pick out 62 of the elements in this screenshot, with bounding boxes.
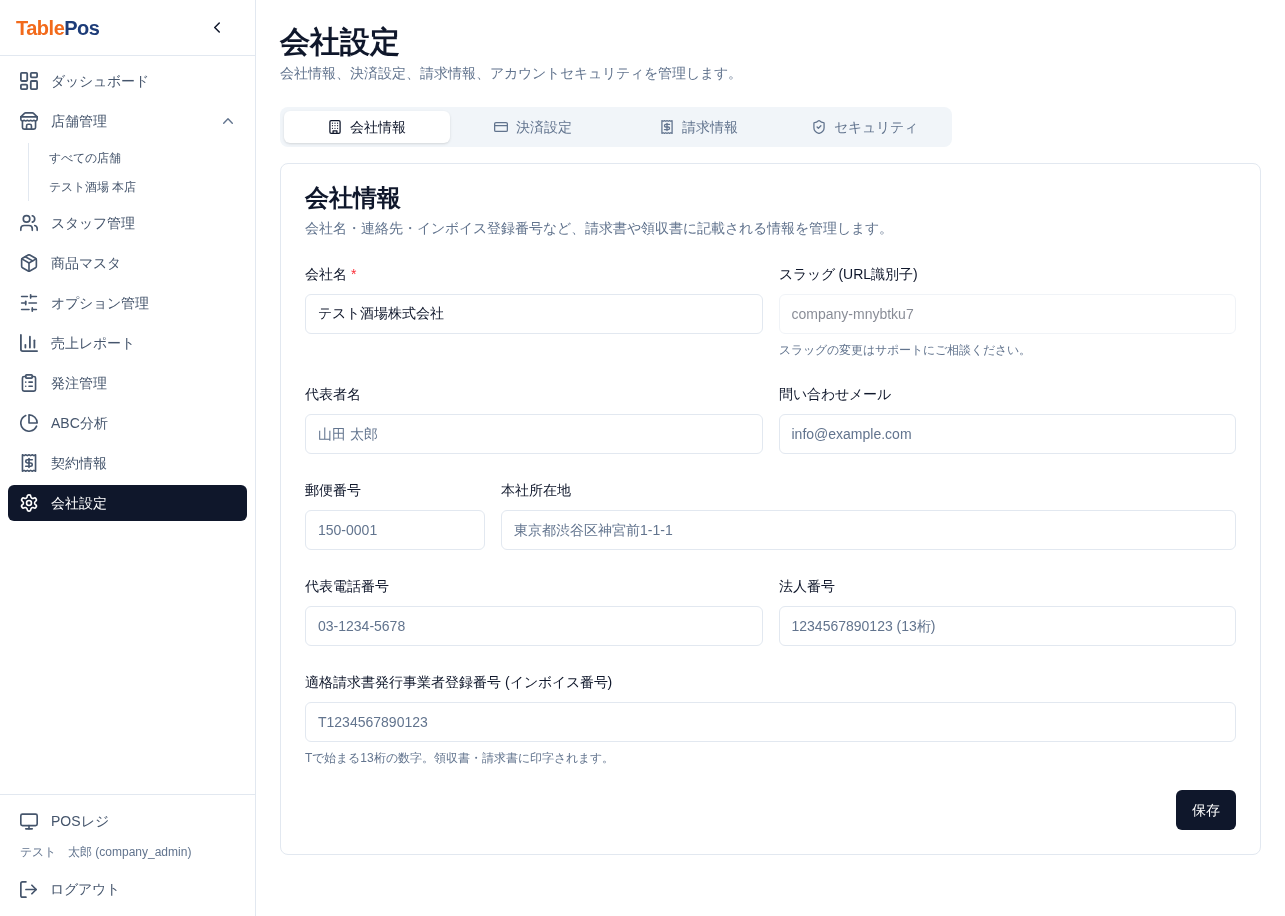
tab[interactable]: 決済設定 [450,111,616,143]
users-icon [20,214,38,232]
nav-item[interactable]: スタッフ管理 [8,205,247,241]
user-name: テスト 太郎 (company_admin) [19,844,193,861]
clipboard-icon [20,374,38,392]
monitor-icon [20,812,38,830]
logout-icon [20,880,37,898]
tab[interactable]: 請求情報 [616,111,782,143]
field-hint: スラッグの変更はサポートにご相談ください。 [778,342,1031,358]
nav-subitem[interactable]: テスト酒場 本店 [29,172,247,201]
save-button[interactable]: 保存 [1176,790,1236,830]
store-icon [20,112,38,130]
nav-item[interactable]: 売上レポート [8,325,247,361]
pos-link[interactable]: POSレジ [8,803,247,839]
nav-item[interactable]: ABC分析 [8,405,247,441]
tab[interactable]: セキュリティ [782,111,948,143]
input-field[interactable]: 1234567890123 (13桁) [778,606,1236,646]
field-label: 代表者名 [305,385,361,404]
input-field[interactable]: 東京都渋谷区神宮前1-1-1 [501,510,1236,550]
grid-icon [20,72,38,90]
field-label: 適格請求書発行事業者登録番号 (インボイス番号) [305,673,613,692]
nav-item[interactable]: 契約情報 [8,445,247,481]
logo: TablePos [16,15,100,40]
nav-subitem[interactable]: すべての店舗 [29,143,247,172]
nav-item[interactable]: 商品マスタ [8,245,247,281]
field-label: スラッグ (URL識別子) [778,265,918,284]
input-field[interactable]: 150-0001 [305,510,485,550]
field-label: 本社所在地 [501,481,571,500]
field-label: 代表電話番号 [305,577,389,596]
shield-check-icon [812,120,826,134]
field-hint: Tで始まる13桁の数字。領収書・請求書に印字されます。 [305,750,614,766]
card-description: 会社名・連絡先・インボイス登録番号など、請求書や領収書に記載される情報を管理します。 [305,219,893,238]
field-label: 問い合わせメール [778,385,891,404]
page-title: 会社設定 [280,24,400,60]
page-subtitle: 会社情報、決済設定、請求情報、アカウントセキュリティを管理します。 [280,64,742,83]
nav-item[interactable]: ダッシュボード [8,63,247,99]
input-field[interactable]: 山田 太郎 [305,414,763,454]
nav-item[interactable]: 店舗管理 [8,103,247,139]
bar-chart-icon [20,334,38,352]
card-title: 会社情報 [305,186,401,210]
field-label: 会社名 [305,265,347,284]
nav-item[interactable]: 発注管理 [8,365,247,401]
nav-item[interactable]: 会社設定 [8,485,247,521]
receipt-icon [20,454,38,472]
nav-item[interactable]: オプション管理 [8,285,247,321]
box-icon [20,254,38,272]
required-mark: * [351,265,357,284]
building-icon [328,120,342,134]
tab[interactable]: 会社情報 [284,111,450,143]
input-field[interactable]: テスト酒場株式会社 [305,294,763,334]
credit-card-icon [494,120,508,134]
input-field[interactable]: 03-1234-5678 [305,606,763,646]
settings-icon [20,494,38,512]
chevron-left-icon [214,22,220,33]
field-label: 法人番号 [778,577,835,596]
input-field[interactable]: T1234567890123 [305,702,1236,742]
field-label: 郵便番号 [305,481,361,500]
logout-button[interactable]: ログアウト [8,871,247,907]
pie-chart-icon [20,414,38,432]
sliders-icon [20,294,38,312]
input-field[interactable]: info@example.com [778,414,1236,454]
receipt-icon [660,120,674,134]
